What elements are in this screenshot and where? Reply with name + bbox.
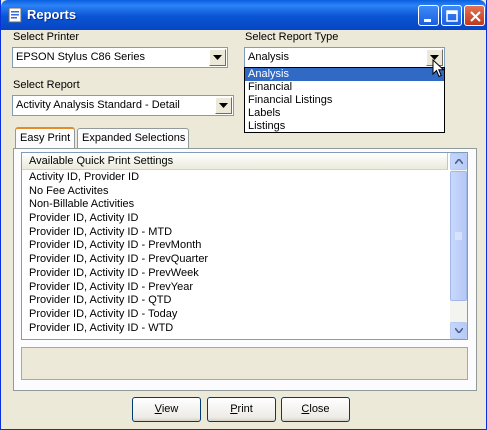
close-window-button[interactable] [464,5,485,26]
close-label: lose [309,403,330,415]
minimize-button[interactable] [418,5,439,26]
chevron-down-icon [455,328,463,333]
list-item[interactable]: Provider ID, Activity ID [22,212,448,226]
view-mnemonic: V [154,403,162,415]
printer-select[interactable]: EPSON Stylus C86 Series [12,47,228,68]
scroll-down-button[interactable] [450,322,467,339]
tab-easy-print[interactable]: Easy Print [15,127,75,149]
list-item[interactable]: No Fee Activites [22,185,448,199]
print-button[interactable]: Print [207,397,276,422]
report-type-option[interactable]: Financial Listings [245,94,444,107]
report-type-option[interactable]: Listings [245,120,444,133]
select-printer-label: Select Printer [13,31,80,43]
quick-print-rows: Activity ID, Provider ID No Fee Activites… [22,171,448,335]
view-label: iew [161,403,179,415]
list-item[interactable]: Provider ID, Activity ID - PrevMonth [22,239,448,253]
quick-print-column-header[interactable]: Available Quick Print Settings [22,153,448,170]
report-type-option[interactable]: Analysis [245,68,444,81]
list-item[interactable]: Provider ID, Activity ID - MTD [22,226,448,240]
scroll-up-button[interactable] [450,153,467,170]
printer-select-value: EPSON Stylus C86 Series [16,51,145,63]
reports-app-icon [7,7,23,23]
close-button[interactable]: Close [281,397,350,422]
grip-icon [455,232,462,240]
maximize-icon [446,10,458,22]
list-item[interactable]: Activity ID, Provider ID [22,171,448,185]
list-item[interactable]: Provider ID, Activity ID - PrevQuarter [22,253,448,267]
report-dropdown-arrow[interactable] [215,97,232,114]
report-type-option[interactable]: Financial [245,81,444,94]
close-icon [470,11,481,22]
chevron-down-icon [213,55,222,60]
vertical-scrollbar[interactable] [450,153,467,339]
print-label: rint [237,403,253,415]
select-report-label: Select Report [13,79,80,91]
report-type-dropdown-list: Analysis Financial Financial Listings Label… [244,67,445,133]
status-area [21,347,468,380]
scrollbar-thumb[interactable] [450,171,467,301]
list-item[interactable]: Provider ID, Activity ID - PrevYear [22,281,448,295]
title-bar[interactable]: Reports [1,0,486,30]
maximize-button[interactable] [441,5,462,26]
print-mnemonic: P [230,403,238,415]
report-type-option[interactable]: Labels [245,107,444,120]
report-select[interactable]: Activity Analysis Standard - Detail [12,95,234,116]
quick-print-listbox[interactable]: Available Quick Print Settings Activity … [21,152,468,340]
report-type-select[interactable]: Analysis [244,47,445,68]
chevron-down-icon [219,103,228,108]
select-report-type-label: Select Report Type [245,31,339,43]
minimize-icon [424,19,431,22]
list-item[interactable]: Provider ID, Activity ID - QTD [22,294,448,308]
list-item[interactable]: Provider ID, Activity ID - WTD [22,322,448,336]
report-select-value: Activity Analysis Standard - Detail [16,99,180,111]
list-item[interactable]: Provider ID, Activity ID - Today [22,308,448,322]
mouse-cursor-icon [432,59,445,78]
printer-dropdown-arrow[interactable] [209,49,226,66]
list-item[interactable]: Provider ID, Activity ID - PrevWeek [22,267,448,281]
view-button[interactable]: View [132,397,201,422]
window-title: Reports [27,7,77,22]
list-item[interactable]: Non-Billable Activities [22,198,448,212]
tab-expanded-selections[interactable]: Expanded Selections [77,128,189,148]
report-type-select-value: Analysis [248,51,289,63]
chevron-up-icon [455,159,463,164]
reports-window: Reports Select Printer EPSON Stylus C86 … [0,0,487,430]
